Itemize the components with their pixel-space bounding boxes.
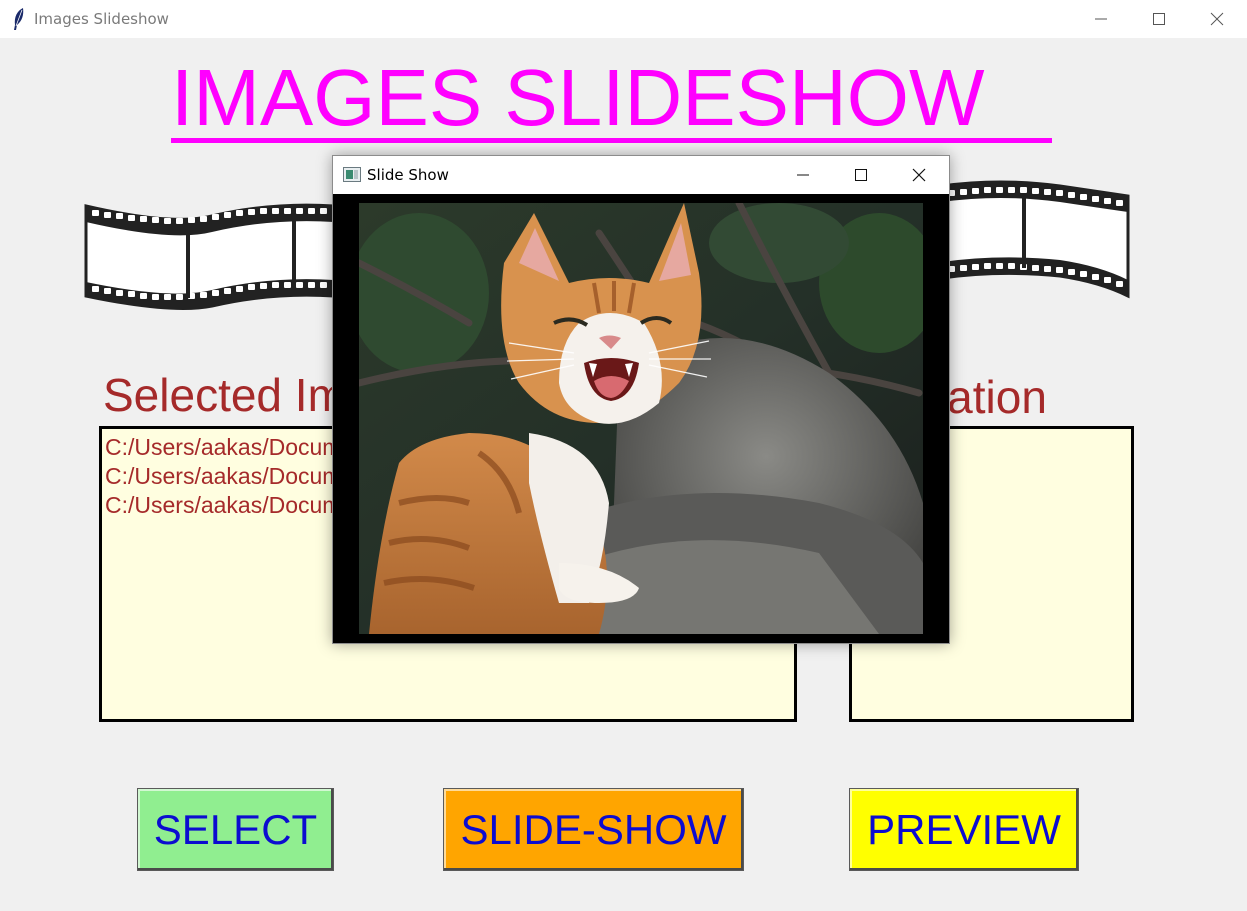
minimize-icon bbox=[1095, 18, 1107, 20]
page-title: IMAGES SLIDESHOW bbox=[171, 53, 985, 142]
maximize-button[interactable] bbox=[1131, 0, 1189, 38]
maximize-icon bbox=[1153, 13, 1165, 25]
slideshow-title: Slide Show bbox=[367, 166, 449, 184]
close-icon bbox=[912, 168, 926, 182]
slide-show-button[interactable]: SLIDE-SHOW bbox=[443, 788, 744, 871]
window-title: Images Slideshow bbox=[34, 10, 169, 28]
title-underline bbox=[171, 138, 1052, 143]
slideshow-titlebar[interactable]: Slide Show bbox=[333, 156, 949, 194]
film-strip-right-icon bbox=[940, 180, 1130, 299]
film-strip-left-icon bbox=[84, 203, 336, 310]
close-button[interactable] bbox=[1189, 0, 1247, 38]
maximize-icon bbox=[855, 169, 867, 181]
feather-icon bbox=[14, 8, 24, 30]
select-button[interactable]: SELECT bbox=[137, 788, 334, 871]
popup-minimize-button[interactable] bbox=[774, 156, 832, 194]
popup-maximize-button[interactable] bbox=[832, 156, 890, 194]
window-app-icon bbox=[343, 167, 361, 182]
minimize-button[interactable] bbox=[1073, 0, 1131, 38]
preview-button[interactable]: PREVIEW bbox=[849, 788, 1079, 871]
popup-close-button[interactable] bbox=[890, 156, 948, 194]
main-titlebar: Images Slideshow bbox=[0, 0, 1247, 38]
cat-photo-icon bbox=[359, 203, 923, 634]
slideshow-window[interactable]: Slide Show bbox=[332, 155, 950, 644]
close-icon bbox=[1210, 12, 1224, 26]
minimize-icon bbox=[797, 174, 809, 176]
